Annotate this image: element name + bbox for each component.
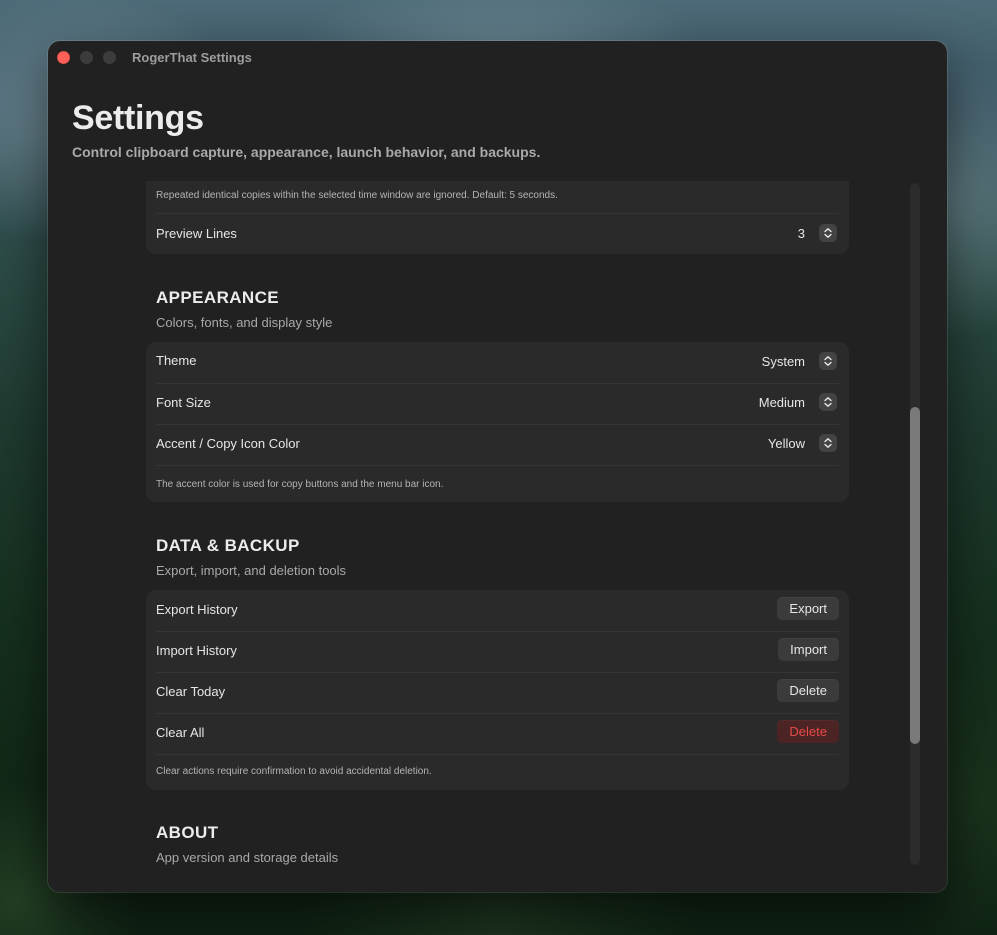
clear-all-delete-button[interactable]: Delete xyxy=(777,720,839,743)
export-button[interactable]: Export xyxy=(777,597,839,620)
font-size-label: Font Size xyxy=(156,395,211,410)
clear-today-delete-button[interactable]: Delete xyxy=(777,679,839,702)
about-subtitle: App version and storage details xyxy=(156,850,339,865)
zoom-icon[interactable] xyxy=(103,51,116,64)
theme-value[interactable]: System xyxy=(762,354,805,369)
preview-lines-label: Preview Lines xyxy=(156,226,237,241)
scrollbar-thumb[interactable] xyxy=(910,407,920,744)
appearance-card: Theme System Font Size Medium Accent / C… xyxy=(146,342,849,502)
data-backup-card: Export History Export Import History Imp… xyxy=(146,590,849,790)
accent-color-label: Accent / Copy Icon Color xyxy=(156,436,300,451)
clear-note: Clear actions require confirmation to av… xyxy=(156,766,432,777)
theme-row[interactable]: Theme System xyxy=(156,342,839,384)
settings-window: RogerThat Settings Settings Control clip… xyxy=(48,41,947,892)
font-size-value[interactable]: Medium xyxy=(759,395,805,410)
stepper-chevrons-icon[interactable] xyxy=(819,393,837,411)
dedupe-note: Repeated identical copies within the sel… xyxy=(156,190,558,201)
title-bar: RogerThat Settings xyxy=(48,41,947,75)
import-button[interactable]: Import xyxy=(778,638,839,661)
appearance-subtitle: Colors, fonts, and display style xyxy=(156,315,333,330)
theme-label: Theme xyxy=(156,353,197,368)
page-title: Settings xyxy=(72,99,204,137)
font-size-row[interactable]: Font Size Medium xyxy=(156,383,839,425)
stepper-chevrons-icon[interactable] xyxy=(819,224,837,242)
data-backup-subtitle: Export, import, and deletion tools xyxy=(156,563,347,578)
stepper-chevrons-icon[interactable] xyxy=(819,352,837,370)
capture-card: Repeated identical copies within the sel… xyxy=(146,181,849,254)
import-history-row: Import History Import xyxy=(156,631,839,673)
accent-note: The accent color is used for copy button… xyxy=(156,479,444,490)
export-history-row: Export History Export xyxy=(156,590,839,632)
clear-all-row: Clear All Delete xyxy=(156,713,839,755)
preview-lines-value: 3 xyxy=(797,226,805,241)
data-backup-heading: DATA & BACKUP xyxy=(156,536,300,555)
stepper-chevrons-icon[interactable] xyxy=(819,434,837,452)
appearance-heading: APPEARANCE xyxy=(156,288,280,307)
page-subtitle: Control clipboard capture, appearance, l… xyxy=(72,144,541,160)
close-icon[interactable] xyxy=(57,51,70,64)
preview-lines-row: Preview Lines 3 xyxy=(156,214,839,255)
clear-today-row: Clear Today Delete xyxy=(156,672,839,714)
accent-color-value[interactable]: Yellow xyxy=(768,436,805,451)
settings-scroll-area[interactable]: Repeated identical copies within the sel… xyxy=(48,181,947,892)
clear-today-label: Clear Today xyxy=(156,684,226,699)
minimize-icon[interactable] xyxy=(80,51,93,64)
export-history-label: Export History xyxy=(156,602,238,617)
about-heading: ABOUT xyxy=(156,823,219,842)
import-history-label: Import History xyxy=(156,643,237,658)
accent-color-row[interactable]: Accent / Copy Icon Color Yellow xyxy=(156,424,839,466)
window-title: RogerThat Settings xyxy=(132,50,252,65)
clear-all-label: Clear All xyxy=(156,725,205,740)
